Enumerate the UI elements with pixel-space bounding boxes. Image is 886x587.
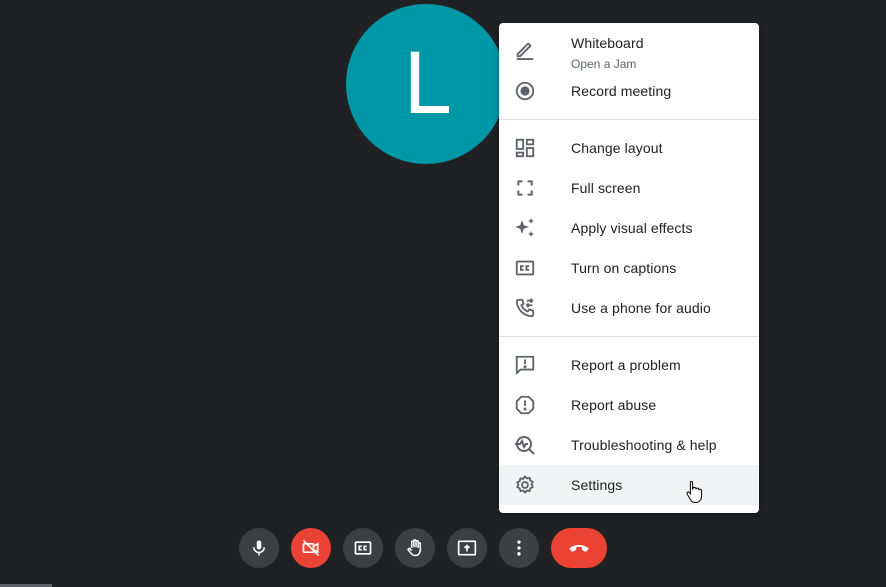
menu-item-whiteboard[interactable]: Whiteboard Open a Jam <box>499 23 759 71</box>
menu-item-report-problem[interactable]: Report a problem <box>499 345 759 385</box>
pencil-icon <box>513 37 537 61</box>
captions-button[interactable] <box>343 528 383 568</box>
record-icon <box>513 79 537 103</box>
menu-item-label: Apply visual effects <box>571 220 693 236</box>
menu-item-report-abuse[interactable]: Report abuse <box>499 385 759 425</box>
cc-icon <box>513 256 537 280</box>
present-button[interactable] <box>447 528 487 568</box>
troubleshoot-icon <box>513 433 537 457</box>
menu-item-visual-effects[interactable]: Apply visual effects <box>499 208 759 248</box>
camera-off-icon <box>301 538 321 558</box>
sparkle-icon <box>513 216 537 240</box>
avatar-letter: L <box>402 35 450 133</box>
end-call-button[interactable] <box>551 528 607 568</box>
menu-item-captions[interactable]: Turn on captions <box>499 248 759 288</box>
menu-item-label: Full screen <box>571 180 641 196</box>
menu-item-label: Report abuse <box>571 397 657 413</box>
menu-item-label: Whiteboard <box>571 35 644 51</box>
cc-icon <box>353 538 373 558</box>
menu-item-phone-audio[interactable]: Use a phone for audio <box>499 288 759 328</box>
layout-icon <box>513 136 537 160</box>
more-options-menu: Whiteboard Open a Jam Record meeting Cha… <box>499 23 759 513</box>
camera-toggle-button[interactable] <box>291 528 331 568</box>
raise-hand-icon <box>405 538 425 558</box>
hand-cursor-icon <box>686 480 704 504</box>
mic-icon <box>250 539 268 557</box>
menu-divider <box>499 119 759 120</box>
menu-item-label: Troubleshooting & help <box>571 437 717 453</box>
menu-item-label: Settings <box>571 477 623 493</box>
menu-item-label: Change layout <box>571 140 663 156</box>
menu-item-troubleshooting[interactable]: Troubleshooting & help <box>499 425 759 465</box>
present-icon <box>457 538 477 558</box>
alert-icon <box>513 393 537 417</box>
fullscreen-icon <box>513 176 537 200</box>
menu-item-label: Use a phone for audio <box>571 300 711 316</box>
menu-item-settings[interactable]: Settings <box>499 465 759 505</box>
meeting-controls-bar <box>0 528 886 568</box>
participant-avatar: L <box>346 4 506 164</box>
menu-divider <box>499 336 759 337</box>
feedback-icon <box>513 353 537 377</box>
menu-item-sublabel: Open a Jam <box>571 57 637 71</box>
menu-item-change-layout[interactable]: Change layout <box>499 128 759 168</box>
more-options-button[interactable] <box>499 528 539 568</box>
raise-hand-button[interactable] <box>395 528 435 568</box>
more-vert-icon <box>509 538 529 558</box>
menu-item-record-meeting[interactable]: Record meeting <box>499 71 759 111</box>
gear-icon <box>513 473 537 497</box>
phone-icon <box>513 296 537 320</box>
end-call-icon <box>567 536 591 560</box>
menu-item-full-screen[interactable]: Full screen <box>499 168 759 208</box>
mic-button[interactable] <box>239 528 279 568</box>
menu-item-label: Turn on captions <box>571 260 677 276</box>
menu-item-label: Record meeting <box>571 83 672 99</box>
menu-item-label: Report a problem <box>571 357 681 373</box>
